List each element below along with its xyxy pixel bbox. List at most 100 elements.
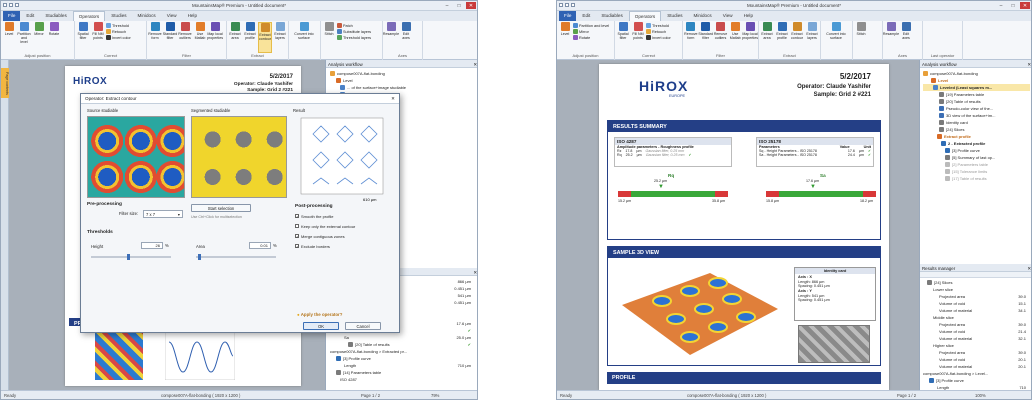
workflow-item[interactable]: ... of the surface+image studiable: [330, 84, 475, 91]
patch-button[interactable]: Patch: [337, 23, 371, 28]
tab-file[interactable]: File: [3, 11, 21, 21]
mirror-button[interactable]: Mirror: [573, 29, 609, 34]
edit-axes-button[interactable]: Edit axes: [899, 22, 913, 53]
extract-layers-button[interactable]: Extract layers: [805, 22, 819, 53]
height-slider[interactable]: [91, 254, 171, 260]
standard-filter-button[interactable]: Standard filter: [163, 22, 177, 53]
workflow-item[interactable]: [19] Parameters table: [923, 91, 1030, 98]
workflow-item[interactable]: Extract profile: [923, 133, 1030, 140]
extract-area-button[interactable]: Extract area: [760, 22, 774, 53]
panel-close-icon[interactable]: ✕: [1027, 266, 1031, 271]
workflow-item[interactable]: 3D view of the surface+im...: [923, 112, 1030, 119]
dialog-close-icon[interactable]: ✕: [391, 96, 395, 101]
partition-level-button[interactable]: Partition and level: [17, 22, 31, 53]
filter-size-select[interactable]: 7 x 7 ▾: [143, 210, 183, 218]
result-row[interactable]: Projected area 39.0: [923, 321, 1030, 328]
standard-filter-button[interactable]: Standard filter: [698, 22, 713, 53]
minimize-icon[interactable]: –: [996, 2, 1006, 9]
result-row[interactable]: Volume of void 15.1: [923, 300, 1030, 307]
map-local-properties-button[interactable]: Map local properties: [207, 22, 223, 53]
remove-form-button[interactable]: Remove form: [684, 22, 698, 53]
extract-profile-button[interactable]: Extract profile: [775, 22, 789, 53]
result-row[interactable]: Higher slice: [923, 342, 1030, 349]
workflow-item[interactable]: Identity card: [923, 119, 1030, 126]
panel-close-icon[interactable]: ✕: [473, 270, 477, 275]
extract-contour-button[interactable]: Extract contour: [790, 22, 804, 53]
result-row[interactable]: [24] Slices: [923, 279, 1030, 286]
extract-profile-button[interactable]: Extract profile: [243, 22, 257, 53]
workflow-item[interactable]: [5] Summary of last op...: [923, 154, 1030, 161]
segmented-studiable-image[interactable]: [191, 116, 287, 198]
extract-contour-button[interactable]: Extract contour: [258, 22, 272, 53]
convert-surface-button[interactable]: Convert into surface: [822, 22, 850, 53]
tab-edit[interactable]: Edit: [577, 11, 595, 21]
spatial-filter-button[interactable]: Spatial filter: [76, 22, 90, 53]
page-contents-tab[interactable]: Page contents: [1, 68, 9, 98]
workflow-item[interactable]: Level: [330, 77, 475, 84]
merge-contiguous-checkbox[interactable]: ✓ Merge contiguous zones: [295, 232, 355, 240]
exclude-borders-checkbox[interactable]: ✓ Exclude borders: [295, 242, 355, 250]
rotate-button[interactable]: Rotate: [573, 35, 609, 40]
height-input[interactable]: 26: [141, 242, 163, 249]
tab-studies[interactable]: Studies: [106, 11, 131, 21]
convert-surface-button[interactable]: Convert into surface: [290, 22, 318, 53]
level-button[interactable]: Level: [2, 22, 16, 53]
partition-level-button[interactable]: Partition and level: [573, 23, 609, 28]
tab-edit[interactable]: Edit: [21, 11, 39, 21]
retouch-button[interactable]: Retouch: [106, 29, 131, 34]
minimize-icon[interactable]: –: [442, 2, 452, 9]
maximize-icon[interactable]: □: [1008, 2, 1018, 9]
workflow-item[interactable]: [20] Table of results: [923, 98, 1030, 105]
extract-layers-button[interactable]: Extract layers: [273, 22, 287, 53]
workflow-item[interactable]: [15] Tolerance limits: [923, 168, 1030, 175]
workflow-item[interactable]: [3] Profile curve: [923, 147, 1030, 154]
substitute-layers-button[interactable]: Substitute layers: [337, 29, 371, 34]
area-slider[interactable]: [196, 254, 276, 260]
panel-close-icon[interactable]: ✕: [1027, 62, 1031, 67]
tab-view[interactable]: View: [718, 11, 738, 21]
spatial-filter-button[interactable]: Spatial filter: [616, 22, 630, 53]
result-row[interactable]: [3] Profile curve: [330, 355, 475, 362]
extract-area-button[interactable]: Extract area: [228, 22, 242, 53]
tab-studies[interactable]: Studies: [662, 11, 687, 21]
source-studiable-image[interactable]: [87, 116, 185, 198]
result-row[interactable]: compose007A-flat-bonding > Extracted pr.…: [330, 348, 475, 355]
tab-minidocs[interactable]: Minidocs: [689, 11, 717, 21]
workflow-item[interactable]: Level: [923, 77, 1030, 84]
panel-close-icon[interactable]: ✕: [473, 62, 477, 67]
tab-help[interactable]: Help: [183, 11, 202, 21]
map-local-properties-button[interactable]: Map local properties: [742, 22, 758, 53]
workflow-item[interactable]: compose007A-flat-bonding: [923, 70, 1030, 77]
resample-button[interactable]: Resample: [883, 22, 899, 53]
result-row[interactable]: Volume of void 20.1: [923, 356, 1030, 363]
smooth-profile-checkbox[interactable]: ✓ Smooth the profile: [295, 212, 355, 220]
workflow-item[interactable]: [2] Parameters table: [923, 161, 1030, 168]
workflow-item[interactable]: [24] Slices: [923, 126, 1030, 133]
remove-form-button[interactable]: Remove form: [148, 22, 162, 53]
use-matlab-button[interactable]: Use Matlab: [193, 22, 207, 53]
threshold-button[interactable]: Threshold: [106, 23, 131, 28]
tab-operators[interactable]: Operators: [72, 11, 106, 21]
result-row[interactable]: Volume of material 32.1: [923, 335, 1030, 342]
fill-nm-button[interactable]: Fill NM points: [631, 22, 645, 53]
workflow-item[interactable]: Pseudo-color view of the...: [923, 105, 1030, 112]
result-row[interactable]: Middle slice: [923, 314, 1030, 321]
result-row[interactable]: Lower slice: [923, 286, 1030, 293]
result-row[interactable]: Volume of material 20.1: [923, 363, 1030, 370]
close-icon[interactable]: ✕: [1020, 2, 1030, 9]
result-row[interactable]: Length 710 µm: [330, 362, 475, 369]
invert-color-button[interactable]: Invert color: [106, 35, 131, 40]
threshold-button[interactable]: Threshold: [646, 23, 671, 28]
tab-view[interactable]: View: [162, 11, 182, 21]
use-matlab-button[interactable]: Use Matlab: [728, 22, 742, 53]
height-slider-thumb[interactable]: [127, 254, 130, 260]
ok-button[interactable]: OK: [303, 322, 339, 330]
workflow-item[interactable]: Leveled (Least squares m...: [923, 84, 1030, 91]
result-row[interactable]: Projected area 39.0: [923, 349, 1030, 356]
result-row[interactable]: Sa 25.0 µm: [330, 334, 475, 341]
threshold-layers-button[interactable]: Threshold layers: [337, 35, 371, 40]
remove-outliers-button[interactable]: Remove outliers: [178, 22, 192, 53]
area-input[interactable]: 0.01: [249, 242, 271, 249]
tab-minidocs[interactable]: Minidocs: [133, 11, 161, 21]
stitch-button[interactable]: Stitch: [322, 22, 336, 53]
